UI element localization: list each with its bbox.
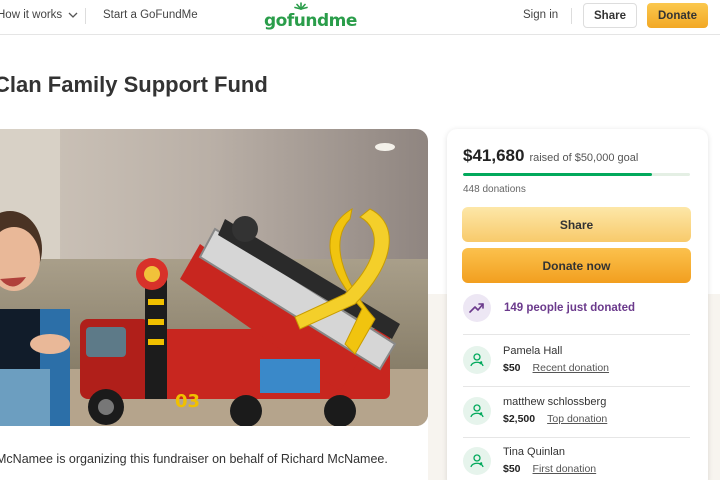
donor-tag-link[interactable]: Recent donation bbox=[533, 362, 609, 374]
campaign-photo-image: 03 bbox=[0, 129, 428, 426]
recent-donors-text: 149 people just donated bbox=[504, 302, 635, 314]
start-gofundme-link[interactable]: Start a GoFundMe bbox=[103, 9, 198, 21]
donate-now-button[interactable]: Donate now bbox=[462, 248, 691, 283]
donor-row: matthew schlossberg $2,500 Top donation bbox=[463, 391, 690, 431]
divider bbox=[463, 386, 690, 387]
how-it-works-menu[interactable]: How it works bbox=[0, 9, 78, 21]
raised-summary: $41,680 raised of $50,000 goal bbox=[463, 146, 638, 166]
raised-goal: raised of $50,000 goal bbox=[529, 152, 639, 164]
header-share-button[interactable]: Share bbox=[583, 3, 637, 28]
divider bbox=[463, 334, 690, 335]
donor-heart-icon bbox=[463, 397, 491, 425]
logo-sun-icon bbox=[294, 2, 308, 10]
donor-meta: $2,500 Top donation bbox=[503, 413, 607, 425]
how-it-works-label: How it works bbox=[0, 9, 63, 21]
donor-name: Tina Quinlan bbox=[503, 446, 565, 458]
donor-heart-icon bbox=[463, 447, 491, 475]
page-title: Clan Family Support Fund bbox=[0, 72, 268, 97]
nav-divider bbox=[85, 8, 86, 24]
donor-row: Pamela Hall $50 Recent donation bbox=[463, 340, 690, 380]
donor-meta: $50 First donation bbox=[503, 463, 596, 475]
raised-amount: $41,680 bbox=[463, 146, 525, 165]
donor-row: Tina Quinlan $50 First donation bbox=[463, 441, 690, 480]
top-nav: How it works Start a GoFundMe gofundme S… bbox=[0, 0, 720, 35]
donation-count: 448 donations bbox=[463, 184, 526, 195]
campaign-photo[interactable]: 03 bbox=[0, 129, 428, 426]
donor-name: matthew schlossberg bbox=[503, 396, 607, 408]
donor-amount: $50 bbox=[503, 362, 521, 374]
header-donate-button[interactable]: Donate bbox=[647, 3, 708, 28]
donor-amount: $50 bbox=[503, 463, 521, 475]
chevron-down-icon bbox=[68, 12, 78, 18]
divider bbox=[463, 437, 690, 438]
sign-in-link[interactable]: Sign in bbox=[523, 9, 558, 21]
donor-tag-link[interactable]: Top donation bbox=[547, 413, 607, 425]
svg-text:03: 03 bbox=[175, 391, 200, 412]
logo-wordmark: gofundme bbox=[264, 11, 357, 31]
trending-up-icon bbox=[463, 294, 491, 322]
share-button[interactable]: Share bbox=[462, 207, 691, 242]
header-divider bbox=[571, 8, 572, 24]
donor-heart-icon bbox=[463, 346, 491, 374]
donation-card: $41,680 raised of $50,000 goal 448 donat… bbox=[447, 129, 708, 480]
gofundme-logo[interactable]: gofundme bbox=[264, 2, 357, 31]
donor-tag-link[interactable]: First donation bbox=[533, 463, 597, 475]
recent-activity: 149 people just donated bbox=[463, 294, 635, 322]
organizer-statement: McNamee is organizing this fundraiser on… bbox=[0, 452, 388, 466]
donor-name: Pamela Hall bbox=[503, 345, 563, 357]
donor-amount: $2,500 bbox=[503, 413, 536, 425]
progress-bar bbox=[463, 173, 690, 176]
donor-meta: $50 Recent donation bbox=[503, 362, 609, 374]
progress-fill bbox=[463, 173, 653, 176]
